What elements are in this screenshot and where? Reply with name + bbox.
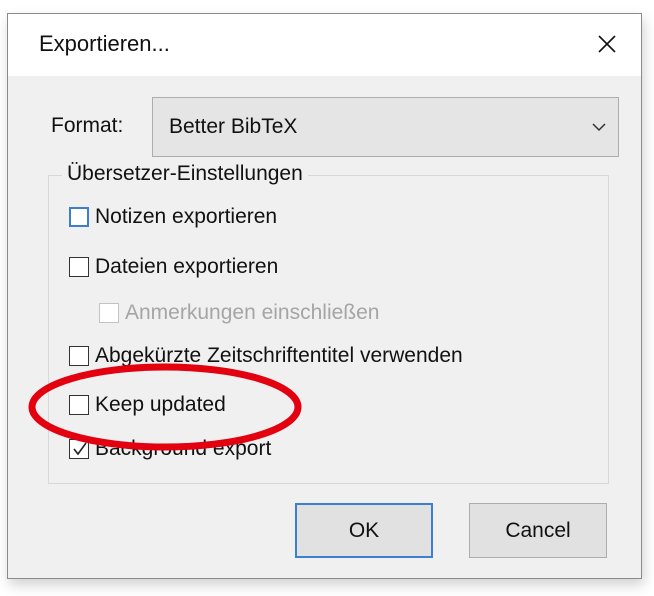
checkbox-background-export[interactable]: Background export: [69, 434, 271, 464]
export-dialog: Exportieren... Format: Better BibTeX Übe…: [7, 13, 642, 579]
group-legend: Übersetzer-Einstellungen: [62, 162, 308, 186]
checkbox-box[interactable]: [69, 439, 89, 459]
dialog-titlebar: Exportieren...: [8, 14, 641, 76]
format-select[interactable]: Better BibTeX: [152, 97, 619, 157]
checkbox-notes-export[interactable]: Notizen exportieren: [69, 202, 277, 232]
checkbox-box[interactable]: [69, 346, 89, 366]
format-select-value: Better BibTeX: [169, 115, 298, 138]
format-label: Format:: [51, 114, 124, 137]
checkbox-label: Abgekürzte Zeitschriftentitel verwenden: [95, 344, 463, 367]
checkbox-box[interactable]: [69, 257, 89, 277]
checkbox-abbreviated-journal-titles[interactable]: Abgekürzte Zeitschriftentitel verwenden: [69, 341, 463, 371]
ok-button[interactable]: OK: [295, 503, 433, 558]
checkbox-label: Dateien exportieren: [95, 255, 279, 278]
checkbox-box[interactable]: [69, 395, 89, 415]
checkbox-keep-updated[interactable]: Keep updated: [69, 390, 226, 420]
chevron-down-icon: [592, 123, 606, 132]
checkbox-label: Background export: [95, 437, 272, 460]
checkbox-include-annotations: Anmerkungen einschließen: [99, 298, 379, 328]
checkbox-label: Notizen exportieren: [95, 205, 278, 228]
checkbox-box[interactable]: [69, 207, 89, 227]
checkbox-box: [99, 303, 119, 323]
cancel-button[interactable]: Cancel: [469, 503, 607, 558]
close-button[interactable]: [585, 22, 629, 66]
checkbox-files-export[interactable]: Dateien exportieren: [69, 252, 278, 282]
checkmark-icon: [73, 442, 87, 456]
dialog-title: Exportieren...: [39, 31, 170, 56]
checkbox-label: Keep updated: [95, 393, 226, 416]
close-icon: [598, 35, 616, 53]
checkbox-label: Anmerkungen einschließen: [125, 301, 380, 324]
